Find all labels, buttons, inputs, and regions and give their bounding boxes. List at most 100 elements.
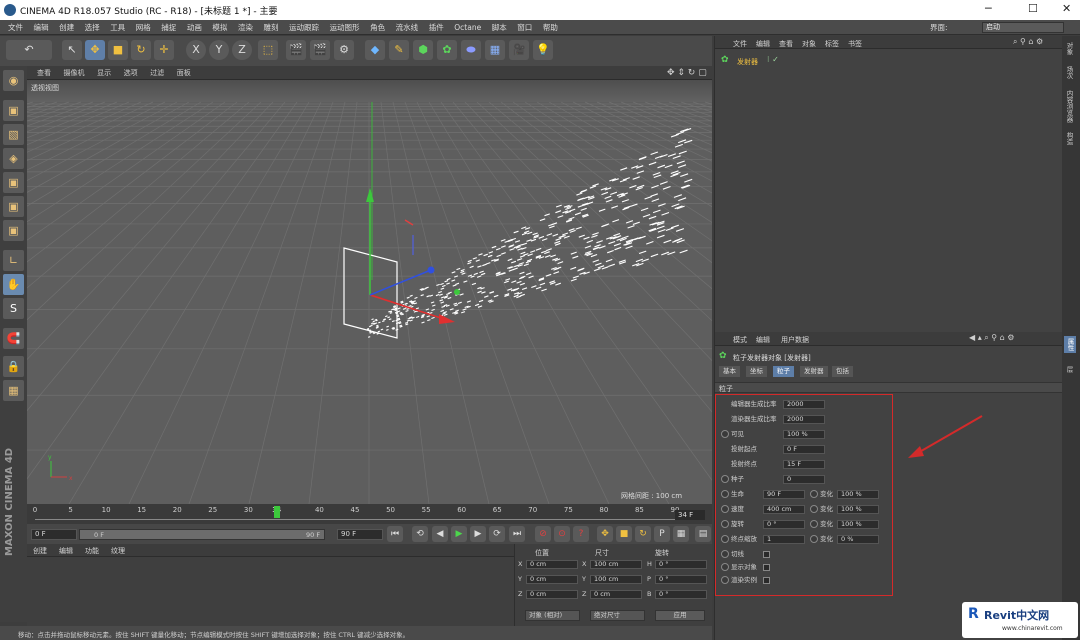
menu-window[interactable]: 窗口 (517, 20, 532, 35)
menu-motion-tracking[interactable]: 运动跟踪 (289, 20, 319, 35)
viewport-menu-cameras[interactable]: 摄像机 (64, 66, 85, 80)
coord-rotation-field[interactable]: 0 ° (655, 575, 707, 584)
menu-create[interactable]: 创建 (59, 20, 74, 35)
tab-include[interactable]: 包括 (832, 366, 853, 377)
attribute-menu-mode[interactable]: 模式 (733, 335, 747, 345)
strip-tab-layers[interactable]: 层 (1064, 366, 1074, 373)
select-arrow-icon[interactable]: ↖ (62, 40, 82, 60)
camera-icon[interactable]: 🎥 (509, 40, 529, 60)
z-axis-icon[interactable]: Z (232, 40, 252, 60)
coord-size-field[interactable]: 0 cm (590, 590, 642, 599)
timeline-window-icon[interactable]: ▤ (695, 526, 711, 542)
attribute-menu-edit[interactable]: 编辑 (756, 335, 770, 345)
layout-select[interactable]: 启动 (982, 22, 1064, 33)
coords-apply-button[interactable]: 应用 (655, 610, 705, 621)
next-key-icon[interactable]: ⟳ (489, 526, 505, 542)
menu-pipeline[interactable]: 流水线 (396, 20, 419, 35)
autokey-icon[interactable]: ⊙ (554, 526, 570, 542)
menu-help[interactable]: 帮助 (543, 20, 558, 35)
object-menu-edit[interactable]: 编辑 (756, 39, 770, 49)
go-to-end-icon[interactable]: ⏭ (509, 526, 525, 542)
gizmo-green-handle[interactable] (454, 289, 460, 295)
subdivision-icon[interactable]: ⬢ (413, 40, 433, 60)
menu-render[interactable]: 渲染 (238, 20, 253, 35)
viewport-menu-display[interactable]: 显示 (97, 66, 111, 80)
render-picture-viewer-icon[interactable]: 🎬 (310, 40, 330, 60)
tweak-mode-icon[interactable]: ✋ (3, 274, 24, 295)
playhead[interactable] (273, 506, 280, 518)
menu-script[interactable]: 脚本 (492, 20, 507, 35)
menu-mograph[interactable]: 运动图形 (330, 20, 360, 35)
menu-animate[interactable]: 动画 (187, 20, 202, 35)
coords-mode-select[interactable]: 对象 (相对) (525, 610, 580, 621)
strip-tab-objects[interactable]: 对象 (1064, 42, 1074, 55)
menu-edit[interactable]: 编辑 (34, 20, 49, 35)
texture-mode-icon[interactable]: ▧ (3, 124, 24, 145)
scale-icon[interactable]: ■ (108, 40, 128, 60)
floor-icon[interactable]: ▦ (485, 40, 505, 60)
live-select-icon[interactable]: ✛ (154, 40, 174, 60)
undo-icon[interactable]: ↶ (6, 40, 52, 60)
coordinate-system-icon[interactable]: ⬚ (258, 40, 278, 60)
planar-workplane-icon[interactable]: ▦ (3, 380, 24, 401)
go-to-start-icon[interactable]: ⏮ (387, 526, 403, 542)
material-menu-function[interactable]: 功能 (85, 546, 99, 556)
snap-icon[interactable]: 🧲 (3, 328, 24, 349)
material-menu-texture[interactable]: 纹理 (111, 546, 125, 556)
gizmo-z-handle[interactable] (427, 266, 435, 274)
axis-mode-icon[interactable]: ∟ (3, 250, 24, 271)
play-icon[interactable]: ▶ (451, 526, 467, 542)
model-mode-icon[interactable]: ▣ (3, 100, 24, 121)
object-menu-bookmarks[interactable]: 书签 (848, 39, 862, 49)
viewport-menu-filter[interactable]: 过滤 (150, 66, 164, 80)
menu-mesh[interactable]: 网格 (136, 20, 151, 35)
lock-workplane-icon[interactable]: 🔒 (3, 356, 24, 377)
menu-snap[interactable]: 捕捉 (161, 20, 176, 35)
y-axis-icon[interactable]: Y (209, 40, 229, 60)
menu-character[interactable]: 角色 (370, 20, 385, 35)
polygons-mode-icon[interactable]: ▣ (3, 220, 24, 241)
viewport-menu-options[interactable]: 选项 (124, 66, 138, 80)
coords-size-mode-select[interactable]: 绝对尺寸 (590, 610, 645, 621)
tab-basic[interactable]: 基本 (719, 366, 740, 377)
workplane-icon[interactable]: ◈ (3, 148, 24, 169)
range-slider[interactable]: 0 F 90 F (79, 529, 325, 540)
key-position-icon[interactable]: ✥ (597, 526, 613, 542)
coord-rotation-field[interactable]: 0 ° (655, 590, 707, 599)
key-param-icon[interactable]: P (654, 526, 670, 542)
object-name[interactable]: 发射器 (737, 57, 758, 67)
viewport-nav-icons[interactable]: ✥ ⇕ ↻ ▢ (667, 66, 707, 80)
object-menu-tags[interactable]: 标签 (825, 39, 839, 49)
timeline[interactable]: 051015202530344045505560657075808590 34 … (27, 504, 712, 524)
object-menu-view[interactable]: 查看 (779, 39, 793, 49)
close-icon[interactable]: ✕ (1062, 2, 1071, 15)
render-settings-icon[interactable]: ⚙ (334, 40, 354, 60)
object-menu-file[interactable]: 文件 (733, 39, 747, 49)
menu-select[interactable]: 选择 (85, 20, 100, 35)
prev-frame-icon[interactable]: ◀ (432, 526, 448, 542)
strip-tab-content-browser[interactable]: 内容浏览器 (1064, 90, 1074, 123)
tab-coord[interactable]: 坐标 (746, 366, 767, 377)
coord-position-field[interactable]: 0 cm (526, 575, 578, 584)
menu-octane[interactable]: Octane (454, 20, 481, 35)
x-axis-icon[interactable]: X (186, 40, 206, 60)
coord-size-field[interactable]: 100 cm (590, 575, 642, 584)
pen-icon[interactable]: ✎ (389, 40, 409, 60)
next-frame-icon[interactable]: ▶ (470, 526, 486, 542)
object-menu-objects[interactable]: 对象 (802, 39, 816, 49)
coord-position-field[interactable]: 0 cm (526, 560, 578, 569)
make-editable-icon[interactable]: ◉ (3, 70, 24, 91)
menu-simulate[interactable]: 模拟 (212, 20, 227, 35)
menu-sculpt[interactable]: 雕刻 (263, 20, 278, 35)
viewport[interactable]: y x 透视视图 网格间距 : 100 cm (27, 80, 712, 504)
attribute-nav-icons[interactable]: ◀ ▴ ⌕ ⚲ ⌂ ⚙ (969, 333, 1014, 343)
record-icon[interactable]: ⊘ (535, 526, 551, 542)
menu-file[interactable]: 文件 (8, 20, 23, 35)
start-frame-field[interactable]: 0 F (31, 529, 77, 540)
deformer-icon[interactable]: ⬬ (461, 40, 481, 60)
points-mode-icon[interactable]: ▣ (3, 172, 24, 193)
material-menu-create[interactable]: 创建 (33, 546, 47, 556)
strip-tab-takes[interactable]: 场次 (1064, 66, 1074, 79)
coord-position-field[interactable]: 0 cm (526, 590, 578, 599)
coord-size-field[interactable]: 100 cm (590, 560, 642, 569)
